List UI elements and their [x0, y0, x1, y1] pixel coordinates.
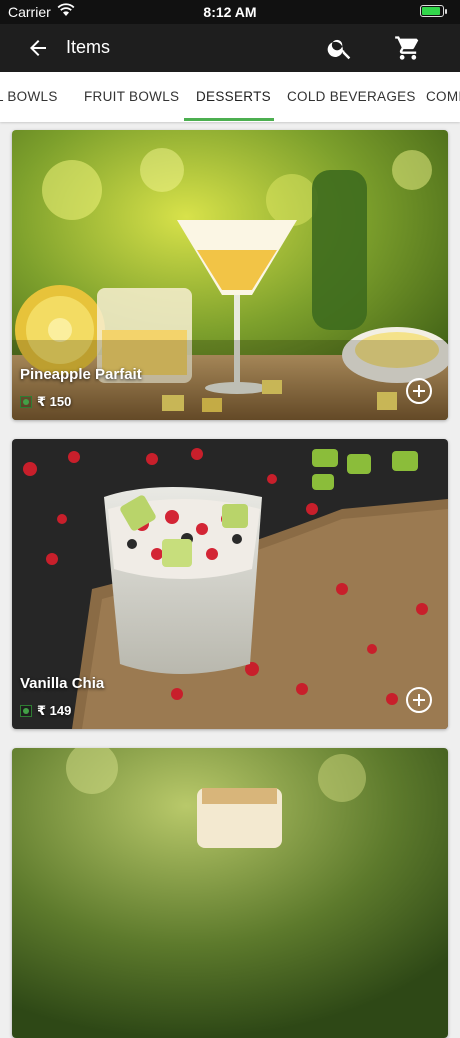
tab-fruit-bowls[interactable]: FRUIT BOWLS: [84, 89, 179, 104]
search-icon[interactable]: [326, 34, 354, 62]
veg-indicator-icon: [20, 705, 32, 717]
tab-combos[interactable]: COMI: [426, 89, 460, 104]
add-to-cart-icon[interactable]: [406, 378, 432, 404]
item-price-value: ₹ 150: [37, 394, 72, 409]
item-price-value: ₹ 149: [37, 703, 72, 718]
item-name: Vanilla Chia: [20, 675, 105, 692]
clock: 8:12 AM: [203, 4, 257, 20]
add-to-cart-icon[interactable]: [406, 687, 432, 713]
item-photo: [12, 748, 448, 1038]
tab-desserts[interactable]: DESSERTS: [196, 89, 271, 104]
category-tabs: L BOWLS FRUIT BOWLS DESSERTS COLD BEVERA…: [0, 72, 460, 122]
veg-indicator-icon: [20, 396, 32, 408]
item-name: Pineapple Parfait: [20, 366, 142, 383]
status-bar: Carrier 8:12 AM: [0, 0, 460, 24]
item-price: ₹ 150: [20, 394, 71, 410]
arrow-back-icon[interactable]: [26, 36, 50, 60]
page-title: Items: [66, 37, 111, 57]
battery-icon: [420, 5, 447, 17]
tab-bowls[interactable]: L BOWLS: [0, 89, 58, 104]
item-card-pineapple-parfait[interactable]: Pineapple Parfait ₹ 150: [12, 130, 448, 420]
tab-cold-beverages[interactable]: COLD BEVERAGES: [287, 89, 416, 104]
item-card-vanilla-chia[interactable]: Vanilla Chia ₹ 149: [12, 439, 448, 729]
cart-icon[interactable]: [394, 34, 422, 62]
item-price: ₹ 149: [20, 703, 71, 719]
item-card-partial[interactable]: [12, 748, 448, 1038]
app-bar: Items: [0, 24, 460, 72]
active-tab-indicator: [184, 118, 274, 121]
